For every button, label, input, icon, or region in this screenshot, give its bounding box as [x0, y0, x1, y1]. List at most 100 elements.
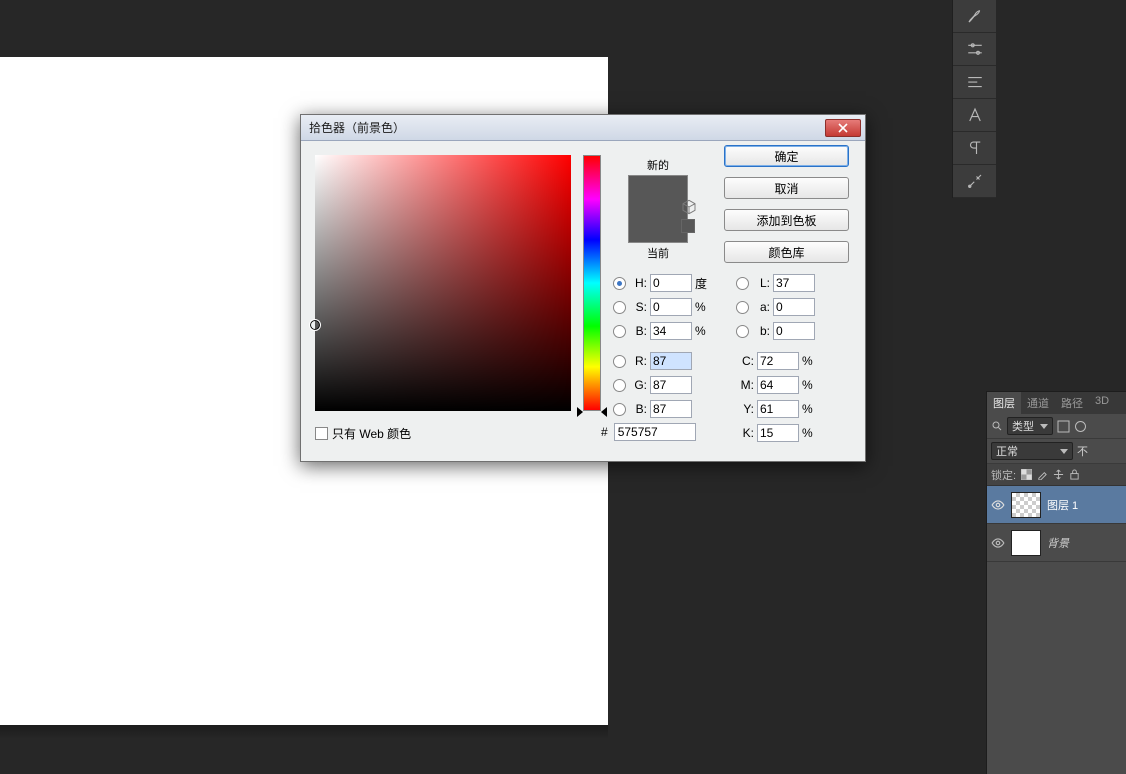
lock-row: 锁定: [987, 464, 1126, 486]
g-label: G: [629, 378, 647, 392]
lock-label: 锁定: [991, 467, 1016, 483]
layer-thumbnail[interactable] [1011, 492, 1041, 518]
bright-radio[interactable] [613, 325, 626, 338]
layer-thumbnail[interactable] [1011, 530, 1041, 556]
close-button[interactable] [825, 119, 861, 137]
current-color [629, 209, 687, 242]
filter-adjust-icon[interactable] [1074, 420, 1087, 433]
g-input[interactable] [650, 376, 692, 394]
ok-button[interactable]: 确定 [724, 145, 849, 167]
c-input[interactable] [757, 352, 799, 370]
bright-label: B: [629, 324, 647, 338]
blend-mode[interactable]: 正常 [991, 442, 1073, 460]
bsmall-label: b: [752, 324, 770, 338]
s-input[interactable] [650, 298, 692, 316]
color-swatch[interactable] [628, 175, 688, 243]
align-icon[interactable] [953, 66, 996, 99]
lock-paint-icon[interactable] [1037, 469, 1048, 480]
l-input[interactable] [773, 274, 815, 292]
close-icon [837, 123, 849, 133]
bsmall-input[interactable] [773, 322, 815, 340]
new-color-label: 新的 [613, 157, 703, 173]
y-unit: % [802, 402, 816, 416]
layer-name[interactable]: 背景 [1047, 535, 1069, 551]
k-input[interactable] [757, 424, 799, 442]
add-swatch-button[interactable]: 添加到色板 [724, 209, 849, 231]
type-a-icon[interactable] [953, 99, 996, 132]
tab-3d[interactable]: 3D [1089, 392, 1115, 414]
layer-item[interactable]: 背景 [987, 524, 1126, 562]
hue-radio[interactable] [613, 277, 626, 290]
paragraph-icon[interactable] [953, 132, 996, 165]
layers-panel: 图层 通道 路径 3D 类型 正常 不 锁定: 图层 1 背景 [986, 391, 1126, 774]
search-icon [991, 420, 1003, 432]
blue-input[interactable] [650, 400, 692, 418]
c-unit: % [802, 354, 816, 368]
lock-move-icon[interactable] [1053, 469, 1064, 480]
blue-label: B: [629, 402, 647, 416]
l-label: L: [752, 276, 770, 290]
lock-transparency-icon[interactable] [1021, 469, 1032, 480]
m-input[interactable] [757, 376, 799, 394]
a-label: a: [752, 300, 770, 314]
type-filter-row: 类型 [987, 414, 1126, 439]
type-filter[interactable]: 类型 [1007, 417, 1053, 435]
gamut-warning-icon[interactable] [681, 199, 697, 215]
new-color [629, 176, 687, 209]
color-picker-dialog: 拾色器（前景色） 新的 当前 确定 取消 添加到色板 颜色库 [300, 114, 866, 462]
a-input[interactable] [773, 298, 815, 316]
a-radio[interactable] [736, 301, 749, 314]
brush-panel-icon[interactable] [953, 0, 996, 33]
l-radio[interactable] [736, 277, 749, 290]
k-unit: % [802, 426, 816, 440]
g-radio[interactable] [613, 379, 626, 392]
tab-channels[interactable]: 通道 [1021, 392, 1055, 414]
bright-input[interactable] [650, 322, 692, 340]
s-label: S: [629, 300, 647, 314]
cancel-button[interactable]: 取消 [724, 177, 849, 199]
color-field-marker[interactable] [309, 319, 321, 331]
hue-strip[interactable] [583, 155, 601, 411]
panel-tabs: 图层 通道 路径 3D [987, 392, 1126, 414]
web-only-label: 只有 Web 颜色 [332, 425, 411, 442]
m-label: M: [736, 378, 754, 392]
tab-layers[interactable]: 图层 [987, 392, 1021, 414]
web-only-checkbox[interactable] [315, 427, 328, 440]
color-field[interactable] [315, 155, 571, 411]
blend-row: 正常 不 [987, 439, 1126, 464]
r-radio[interactable] [613, 355, 626, 368]
lock-all-icon[interactable] [1069, 469, 1080, 480]
k-label: K: [736, 426, 754, 440]
tools-icon[interactable] [953, 165, 996, 198]
layer-item[interactable]: 图层 1 [987, 486, 1126, 524]
s-unit: % [695, 300, 709, 314]
c-label: C: [736, 354, 754, 368]
r-label: R: [629, 354, 647, 368]
bright-unit: % [695, 324, 709, 338]
s-radio[interactable] [613, 301, 626, 314]
color-libraries-button[interactable]: 颜色库 [724, 241, 849, 263]
y-input[interactable] [757, 400, 799, 418]
hex-input[interactable] [614, 423, 696, 441]
h-label: H: [629, 276, 647, 290]
h-input[interactable] [650, 274, 692, 292]
visibility-icon[interactable] [991, 498, 1005, 512]
sliders-icon[interactable] [953, 33, 996, 66]
layer-name[interactable]: 图层 1 [1047, 497, 1078, 513]
filter-pixel-icon[interactable] [1057, 420, 1070, 433]
bsmall-radio[interactable] [736, 325, 749, 338]
visibility-icon[interactable] [991, 536, 1005, 550]
hex-label: # [601, 425, 608, 439]
h-unit: 度 [695, 275, 709, 292]
current-color-label: 当前 [613, 245, 703, 261]
blue-radio[interactable] [613, 403, 626, 416]
hex-row: # [601, 423, 696, 441]
right-toolbar [952, 0, 996, 198]
r-input[interactable] [650, 352, 692, 370]
web-only-row: 只有 Web 颜色 [315, 425, 411, 442]
tab-paths[interactable]: 路径 [1055, 392, 1089, 414]
opacity-label: 不 [1077, 443, 1088, 459]
dialog-titlebar[interactable]: 拾色器（前景色） [301, 115, 865, 141]
dialog-buttons: 确定 取消 添加到色板 颜色库 [724, 145, 849, 263]
websafe-swatch[interactable] [681, 219, 695, 233]
